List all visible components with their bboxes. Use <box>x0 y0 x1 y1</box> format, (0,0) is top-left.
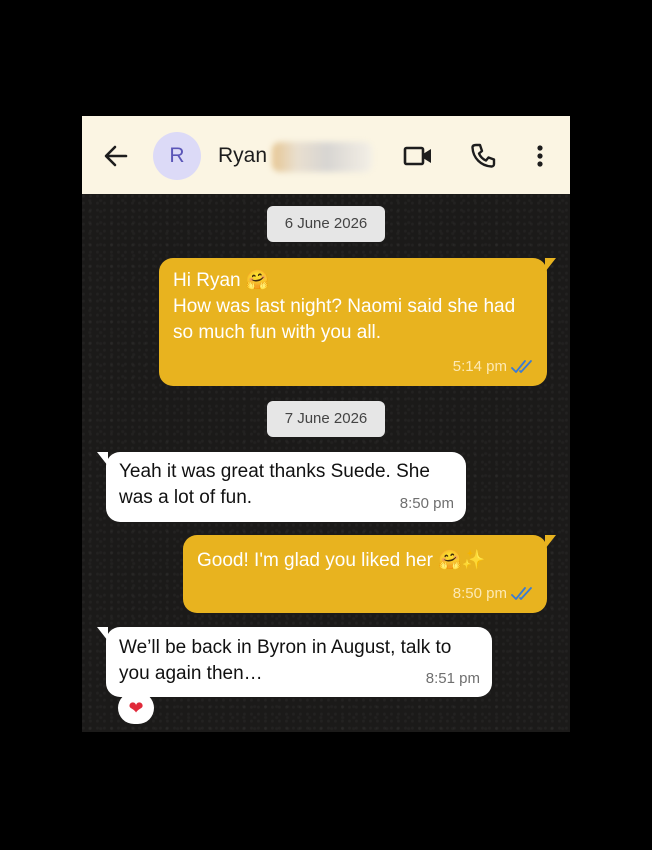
avatar[interactable]: R <box>153 132 201 180</box>
red-heart-icon: ❤ <box>128 698 144 718</box>
message-bubble-outgoing[interactable]: Good! I'm glad you liked her 🤗✨ 8:50 pm <box>183 535 556 613</box>
double-check-icon <box>511 587 532 600</box>
message-time: 8:50 pm <box>399 495 454 512</box>
message-bubble-outgoing[interactable]: Hi Ryan 🤗 How was last night? Naomi said… <box>159 258 556 386</box>
arrow-left-icon[interactable] <box>102 142 130 170</box>
bubble-tail <box>97 627 108 641</box>
message-text: Hi Ryan 🤗 How was last night? Naomi said… <box>173 270 516 343</box>
message-time: 5:14 pm <box>452 358 507 375</box>
contact-name[interactable]: Ryan <box>218 144 267 168</box>
chat-screen: R Ryan 6 June 2026 Hi Ryan 🤗 How was las… <box>82 116 570 732</box>
date-separator: 7 June 2026 <box>267 401 385 437</box>
message-text: Good! I'm glad you liked her 🤗✨ <box>197 550 486 571</box>
message-meta: 8:50 pm <box>453 581 535 607</box>
phone-icon[interactable] <box>468 141 498 171</box>
more-vertical-icon[interactable] <box>529 142 551 170</box>
message-bubble-incoming[interactable]: We’ll be back in Byron in August, talk t… <box>97 627 492 697</box>
chat-header: R Ryan <box>82 116 570 194</box>
bubble-tail <box>97 452 108 466</box>
double-check-icon <box>511 360 532 373</box>
date-separator: 6 June 2026 <box>267 206 385 242</box>
bubble-tail <box>545 535 556 549</box>
message-meta: 8:51 pm <box>426 666 480 692</box>
message-time: 8:51 pm <box>425 670 480 687</box>
message-time: 8:50 pm <box>452 585 507 602</box>
message-meta: 5:14 pm <box>453 354 535 380</box>
redacted-surname <box>272 142 372 172</box>
message-meta: 8:50 pm <box>400 491 454 517</box>
video-call-icon[interactable] <box>402 142 434 170</box>
message-bubble-incoming[interactable]: Yeah it was great thanks Suede. She was … <box>97 452 466 522</box>
bubble-tail <box>545 258 556 272</box>
reaction-badge[interactable]: ❤ <box>118 692 154 724</box>
